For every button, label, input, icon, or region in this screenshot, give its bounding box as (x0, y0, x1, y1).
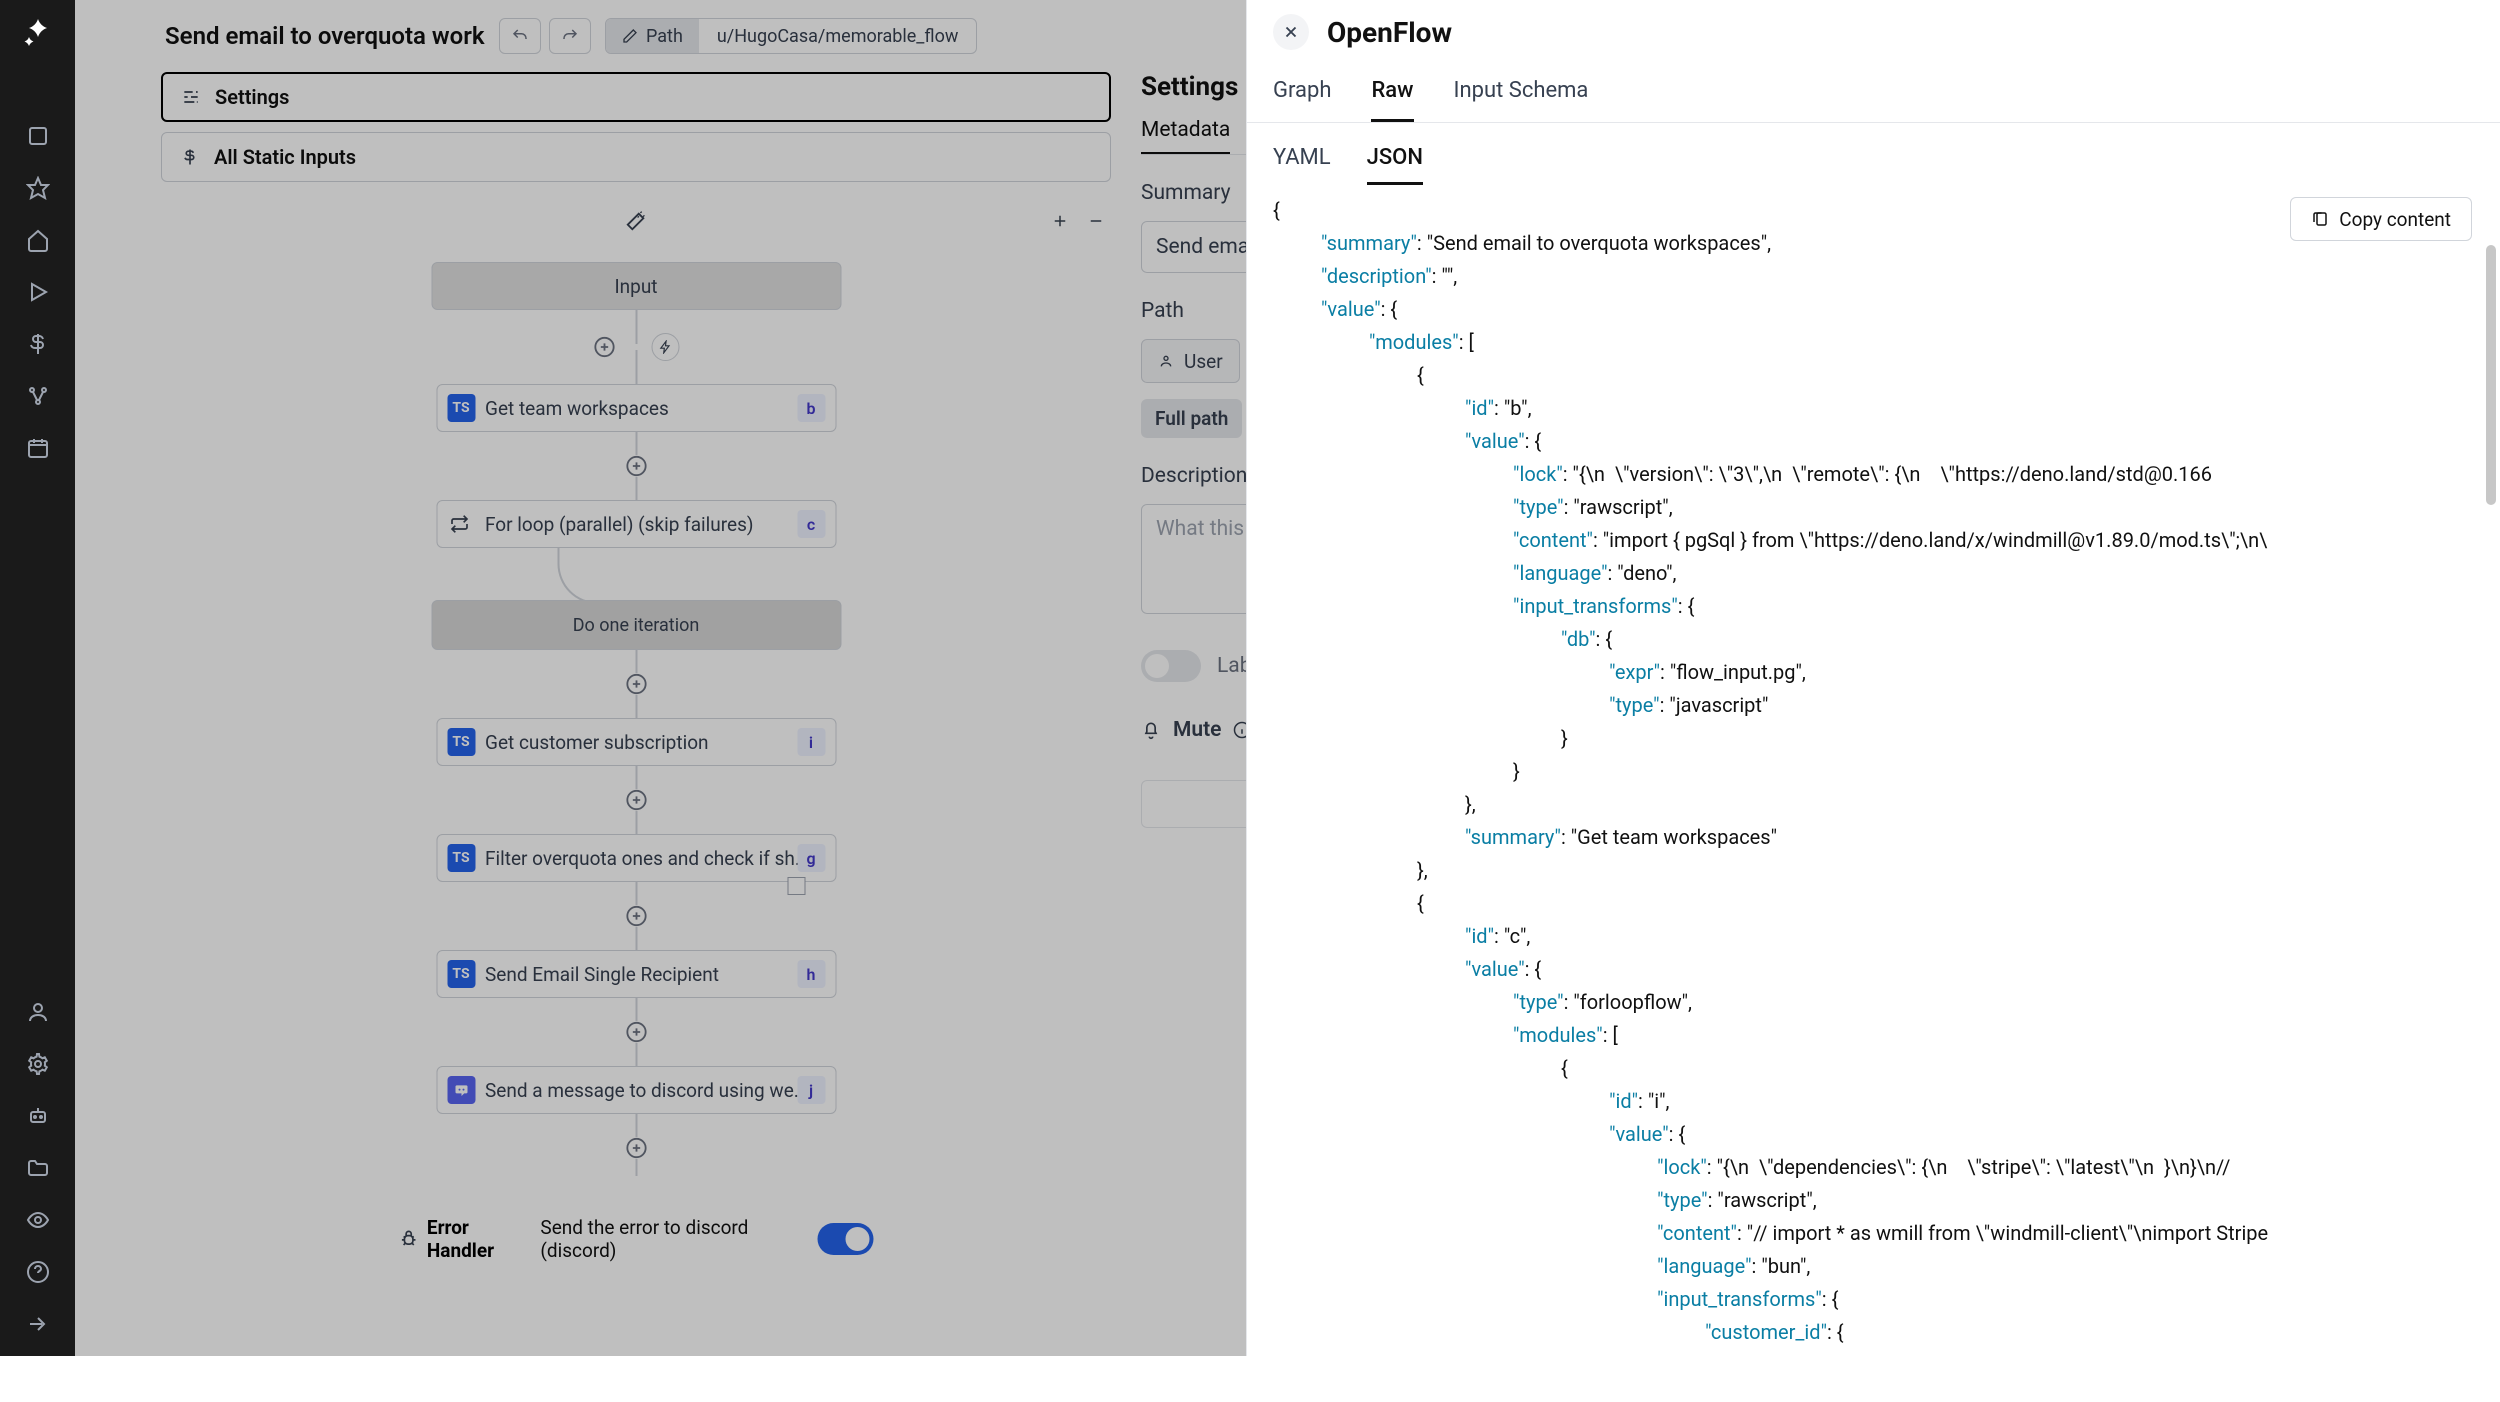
help-icon[interactable] (26, 1260, 50, 1284)
folder-icon[interactable] (26, 1156, 50, 1180)
tab-raw[interactable]: Raw (1371, 64, 1413, 122)
home-icon[interactable] (26, 228, 50, 252)
dollar-icon[interactable] (26, 332, 50, 356)
left-rail (0, 0, 75, 1356)
subtab-yaml[interactable]: YAML (1273, 133, 1331, 185)
subtab-json[interactable]: JSON (1367, 133, 1423, 185)
close-icon (1282, 23, 1300, 41)
raw-subtabs: YAML JSON (1247, 123, 2500, 185)
openflow-drawer: OpenFlow Graph Raw Input Schema YAML JSO… (1246, 0, 2500, 1356)
nodes-icon[interactable] (26, 384, 50, 408)
tab-graph[interactable]: Graph (1273, 64, 1331, 122)
star-icon[interactable] (26, 176, 50, 200)
scrollbar-thumb[interactable] (2486, 245, 2496, 505)
user-icon[interactable] (26, 1000, 50, 1024)
json-code-block[interactable]: { "summary": "Send email to overquota wo… (1247, 185, 2500, 1356)
gear-icon[interactable] (26, 1052, 50, 1076)
eye-icon[interactable] (26, 1208, 50, 1232)
collapse-icon[interactable] (26, 1312, 50, 1336)
tab-input-schema[interactable]: Input Schema (1454, 64, 1589, 122)
close-button[interactable] (1273, 14, 1309, 50)
clipboard-icon (2311, 210, 2329, 228)
drawer-tabs: Graph Raw Input Schema (1247, 64, 2500, 123)
drawer-title: OpenFlow (1327, 16, 1452, 49)
copy-content-button[interactable]: Copy content (2290, 197, 2472, 241)
workspace-icon[interactable] (26, 124, 50, 148)
play-icon[interactable] (26, 280, 50, 304)
bot-icon[interactable] (26, 1104, 50, 1128)
calendar-icon[interactable] (26, 436, 50, 460)
logo-icon (20, 16, 56, 52)
